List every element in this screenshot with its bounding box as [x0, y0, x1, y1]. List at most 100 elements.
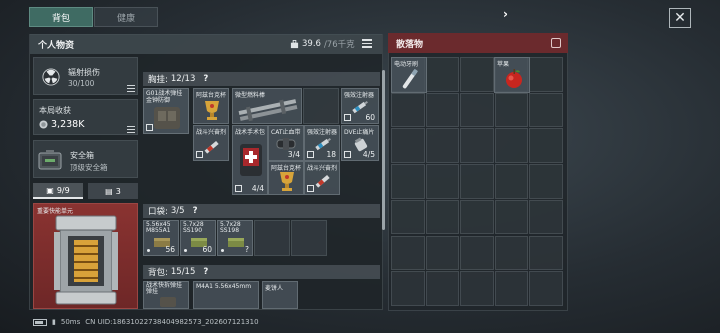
chevron-right-icon[interactable]: ›	[503, 7, 508, 21]
toothbrush-icon	[402, 68, 418, 89]
footer-status: ▮ 50ms CN UID:186310227384049825​73_2026…	[33, 318, 259, 326]
backpack-item-food[interactable]: 麦饼人	[262, 281, 298, 309]
loot-grid-cell[interactable]	[494, 235, 528, 271]
rig-item-count: 18	[326, 150, 336, 159]
rig-item-label: CAT止血带	[271, 129, 301, 136]
safe-box-slot[interactable]: 重要快能单元	[33, 203, 138, 309]
ammo-dot-icon	[221, 249, 224, 252]
loot-grid-cell[interactable]	[529, 164, 563, 199]
loot-settings-icon[interactable]	[551, 38, 561, 48]
surgery-kit-icon	[240, 144, 262, 176]
loot-grid-cell[interactable]	[425, 271, 459, 306]
ping-value: 50ms	[60, 318, 81, 326]
loot-grid-cell[interactable]	[494, 164, 528, 199]
loot-grid-cell[interactable]	[494, 199, 528, 235]
rig-item-painkiller[interactable]: DVE止痛片 4/5	[341, 125, 379, 161]
loot-grid-cell[interactable]	[391, 92, 425, 128]
loot-grid-cell[interactable]	[529, 92, 563, 128]
rig-item-tourniquet[interactable]: CAT止血带 3/4	[268, 125, 304, 161]
loot-grid-cell[interactable]	[391, 128, 425, 164]
loot-grid-cell[interactable]	[460, 199, 494, 235]
loot-grid-cell[interactable]	[425, 57, 459, 92]
backpack-label: 背包:	[148, 268, 168, 278]
loot-grid-cell[interactable]	[529, 57, 563, 92]
radiation-menu-icon[interactable]	[127, 85, 135, 92]
income-value: 3,238K	[51, 119, 85, 130]
loot-grid-cell[interactable]	[494, 128, 528, 164]
rig-item-count: 3/4	[287, 150, 300, 159]
tab-backpack[interactable]: 背包	[29, 7, 93, 27]
rig-item-injector-60[interactable]: 强效注射器 60	[341, 88, 379, 124]
rig-item-stimulant-1[interactable]: 战斗兴奋剂	[193, 125, 229, 161]
loot-item-apple[interactable]: 苹果	[494, 57, 530, 93]
loot-grid-cell[interactable]	[425, 128, 459, 164]
loot-grid-cell[interactable]	[460, 164, 494, 199]
rig-item-label: DVE止痛片	[344, 129, 375, 136]
rig-item-vest[interactable]: G01战术弹挂 金钟防御	[143, 88, 189, 134]
backpack-section-header: 背包: 15/15 ?	[143, 265, 380, 279]
rig-help-icon[interactable]: ?	[203, 74, 208, 84]
loot-grid-cell[interactable]	[494, 92, 528, 128]
energy-cell-icon	[54, 215, 118, 305]
pocket-empty-slot[interactable]	[291, 220, 327, 256]
loot-grid-cell[interactable]	[460, 92, 494, 128]
safe-tab-slots[interactable]: ▣ 9/9	[33, 183, 83, 199]
loot-grid-cell[interactable]	[494, 271, 528, 306]
loot-grid-cell[interactable]	[529, 235, 563, 271]
golden-cup-icon	[205, 101, 219, 120]
loot-grid-cell[interactable]	[460, 271, 494, 306]
backpack-help-icon[interactable]: ?	[203, 267, 208, 277]
weight-menu-icon[interactable]	[362, 39, 372, 48]
loot-grid-cell[interactable]	[425, 199, 459, 235]
pocket-help-icon[interactable]: ?	[193, 206, 198, 216]
rig-item-cup-2[interactable]: 阿兹台克杯	[268, 161, 304, 195]
pocket-count: 3/5	[170, 206, 185, 216]
backpack-item-label: 战术快拆弹挂 弹挂	[146, 282, 183, 295]
pocket-item-ammo-57b[interactable]: 5.7x28 SS198 ?	[217, 220, 253, 256]
inventory-scrollbar[interactable]	[382, 70, 385, 230]
rig-item-surgery-kit[interactable]: 战术手术包 4/4	[232, 125, 268, 195]
backpack-item-rig[interactable]: 战术快拆弹挂 弹挂	[143, 281, 189, 309]
loot-grid-cell[interactable]	[391, 164, 425, 199]
radiation-card[interactable]: 辐射损伤 30/100	[33, 57, 138, 95]
income-menu-icon[interactable]	[127, 126, 135, 133]
pocket-item-ammo-57a[interactable]: 5.7x28 SS190 60	[180, 220, 216, 256]
loot-grid-cell[interactable]	[460, 128, 494, 164]
pocket-label: 口袋:	[148, 207, 168, 217]
loot-grid-cell[interactable]	[460, 235, 494, 271]
loot-item-toothbrush[interactable]: 电动牙刷	[391, 57, 427, 93]
tab-health[interactable]: 健康	[94, 7, 158, 27]
loot-grid-cell[interactable]	[425, 164, 459, 199]
rig-item-tag-icon	[146, 124, 153, 131]
rig-item-tag-icon	[307, 185, 314, 192]
safe-container-card[interactable]: 安全箱 顶级安全箱	[33, 140, 138, 178]
loot-grid-cell[interactable]	[391, 199, 425, 235]
stimulant-icon	[315, 174, 330, 188]
backpack-count: 15/15	[170, 267, 196, 277]
ammo-dot-icon	[147, 249, 150, 252]
pocket-item-ammo-556[interactable]: 5.56x45 M855A1 56	[143, 220, 179, 256]
loot-grid-cell[interactable]	[529, 128, 563, 164]
rig-item-cup[interactable]: 阿兹台克杯	[193, 88, 229, 124]
grid-cell[interactable]	[303, 88, 339, 124]
loot-grid-cell[interactable]	[529, 199, 563, 235]
loot-grid-cell[interactable]	[391, 235, 425, 271]
pocket-empty-slot[interactable]	[254, 220, 290, 256]
close-button[interactable]: ✕	[669, 8, 691, 28]
income-card[interactable]: 本局收获 3,238K	[33, 99, 138, 135]
safe-tab-case[interactable]: ▤ 3	[88, 183, 138, 199]
loot-grid-cell[interactable]	[529, 271, 563, 306]
loot-grid-cell[interactable]	[425, 92, 459, 128]
loot-grid-cell[interactable]	[391, 271, 425, 306]
rig-item-fuel-rod[interactable]: 微型燃料棒	[232, 88, 302, 124]
rig-item-count: 4/4	[251, 184, 264, 193]
rig-item-stimulant-2[interactable]: 战斗兴奋剂	[304, 161, 340, 195]
rig-item-injector-18[interactable]: 强效注射器 18	[304, 125, 340, 161]
backpack-item-m4a1[interactable]: M4A1 5.56x45mm	[193, 281, 259, 309]
loot-grid-cell[interactable]	[425, 235, 459, 271]
rig-item-count: 60	[365, 113, 375, 122]
pocket-item-label: 5.56x45 M855A1	[146, 221, 171, 234]
pocket-item-count: 56	[165, 245, 175, 254]
vest-icon	[154, 107, 180, 129]
loot-grid-cell[interactable]	[460, 57, 494, 92]
